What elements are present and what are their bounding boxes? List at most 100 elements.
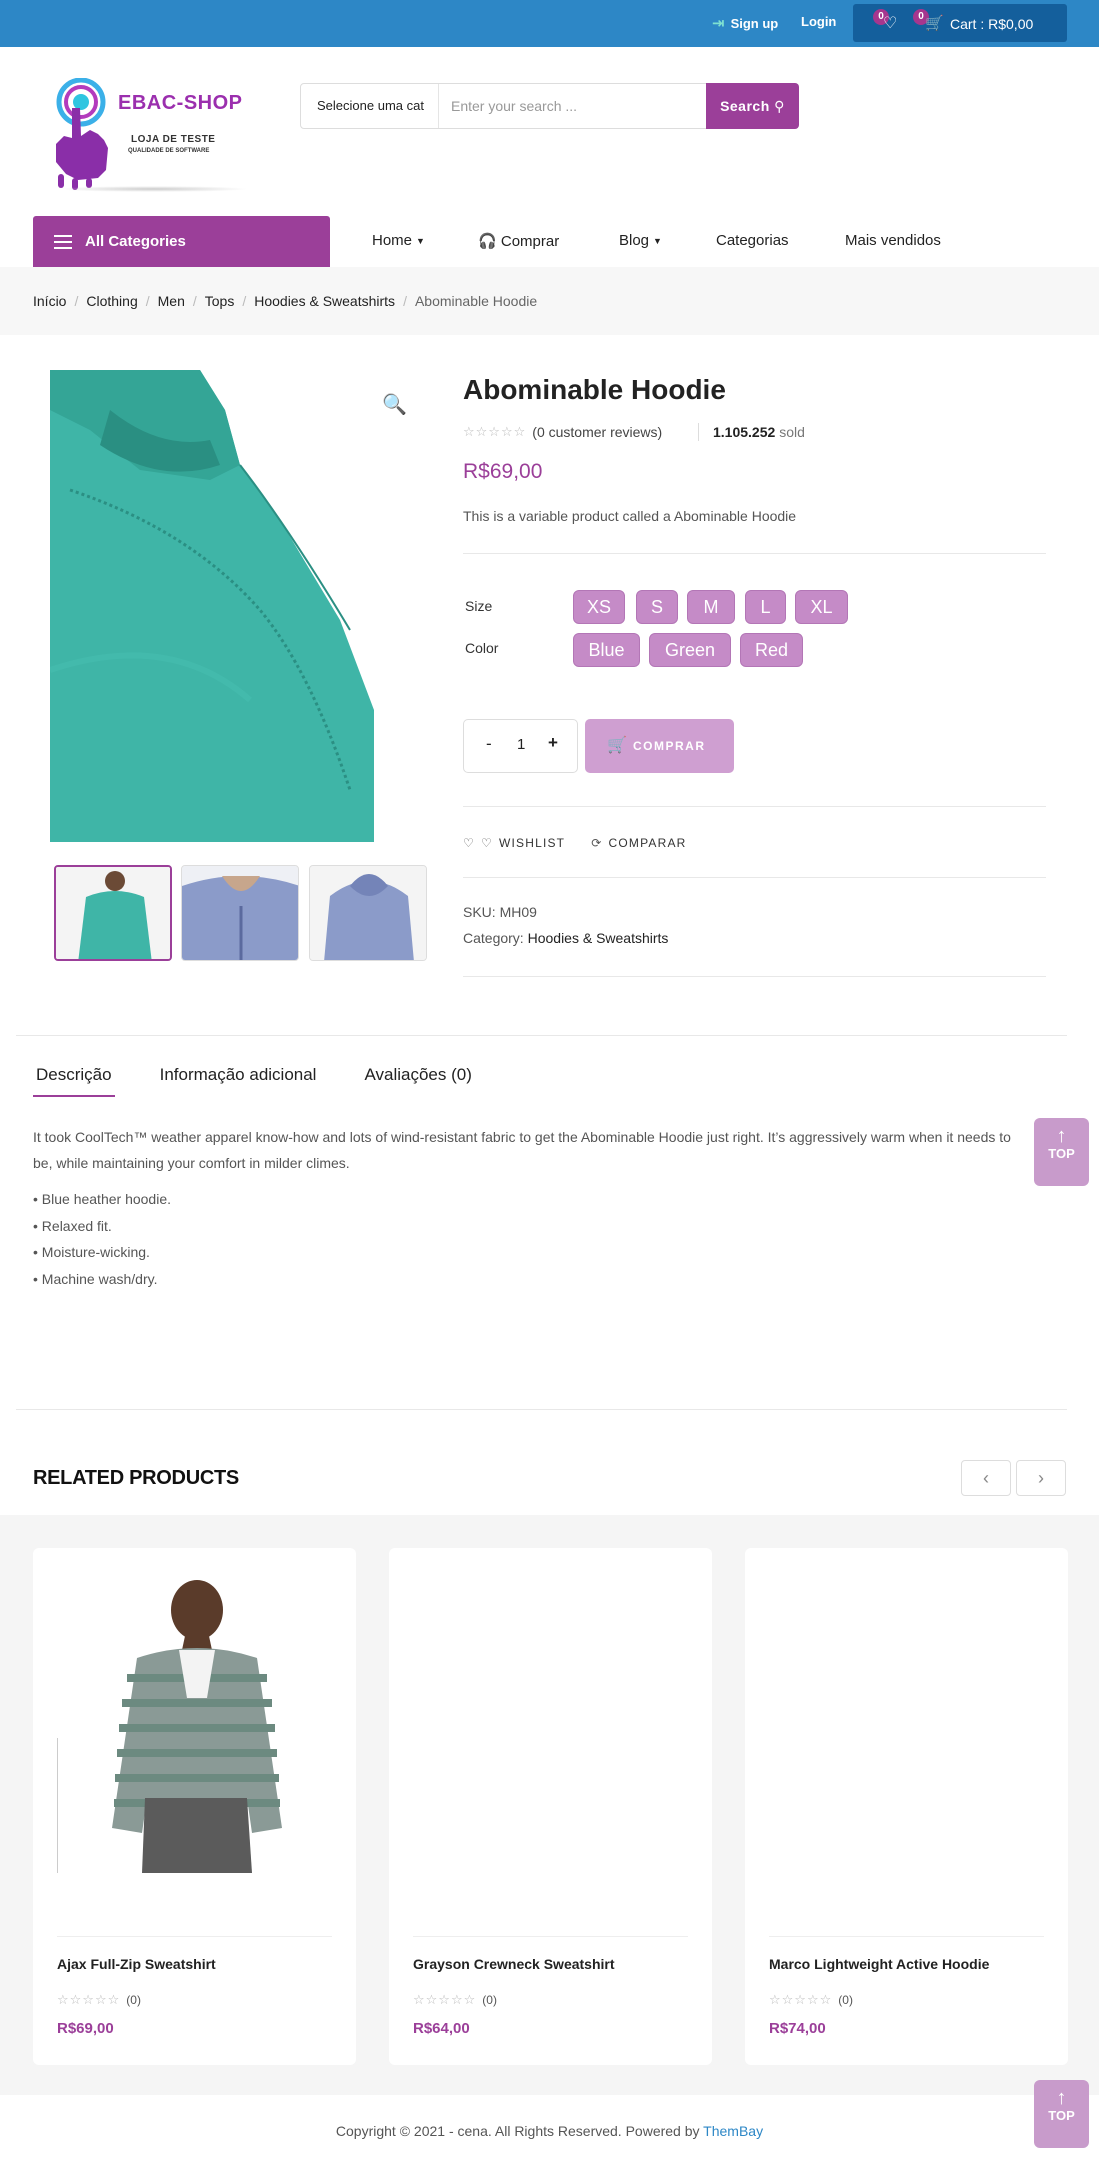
product-card-rating: ☆☆☆☆☆ (0) <box>57 1992 141 2007</box>
nav-comprar[interactable]: 🎧 Comprar <box>478 232 559 250</box>
compare-button[interactable]: ⟳ COMPARAR <box>591 836 686 850</box>
list-item: • Moisture-wicking. <box>33 1244 150 1260</box>
nav-blog[interactable]: Blog ▼ <box>619 232 662 249</box>
product-tabs: Descrição Informação adicional Avaliaçõe… <box>33 1065 517 1097</box>
logo-tagline: QUALIDADE DE SOFTWARE <box>128 148 210 154</box>
search-category-select[interactable]: Selecione uma cat <box>301 84 439 128</box>
site-logo[interactable]: EBAC-SHOP LOJA DE TESTE QUALIDADE DE SOF… <box>48 78 248 196</box>
divider <box>463 877 1046 878</box>
carousel-next-button[interactable]: › <box>1016 1460 1066 1496</box>
breadcrumb-item[interactable]: Hoodies & Sweatshirts <box>254 293 395 309</box>
logo-hand-icon <box>56 78 108 190</box>
star-rating-icon: ☆☆☆☆☆ <box>769 1992 833 2007</box>
logo-shadow <box>58 186 248 192</box>
breadcrumb-item[interactable]: Clothing <box>86 293 137 309</box>
product-card-name[interactable]: Marco Lightweight Active Hoodie <box>769 1956 989 1972</box>
search-icon: ⚲ <box>774 98 785 114</box>
product-thumbnail[interactable] <box>54 865 172 961</box>
thumb-blue-hoodie-front <box>182 866 298 960</box>
breadcrumb-item[interactable]: Tops <box>205 293 235 309</box>
quantity-increase-button[interactable]: + <box>548 733 558 753</box>
cart-box: 0 ♡ 0 🛒 Cart : R$0,00 <box>853 4 1067 42</box>
product-card[interactable]: Marco Lightweight Active Hoodie ☆☆☆☆☆ (0)… <box>745 1548 1068 2065</box>
product-main-image[interactable] <box>50 370 374 842</box>
category-link[interactable]: Hoodies & Sweatshirts <box>528 930 669 946</box>
wishlist-button[interactable]: ♡ ♡ WISHLIST <box>463 836 565 850</box>
search-button[interactable]: Search ⚲ <box>706 83 799 129</box>
list-item: • Machine wash/dry. <box>33 1270 158 1287</box>
back-to-top-button[interactable]: ↑TOP <box>1034 1118 1089 1186</box>
carousel-prev-button[interactable]: ‹ <box>961 1460 1011 1496</box>
chevron-down-icon: ▼ <box>653 236 662 247</box>
star-rating-icon: ☆☆☆☆☆ <box>413 1992 477 2007</box>
product-card-image[interactable] <box>769 1578 1044 1873</box>
size-option-l[interactable]: L <box>745 590 786 624</box>
site-footer: Copyright © 2021 - cena. All Rights Rese… <box>0 2095 1099 2182</box>
product-card[interactable]: Ajax Full-Zip Sweatshirt ☆☆☆☆☆ (0) R$69,0… <box>33 1548 356 2065</box>
back-to-top-button[interactable]: ↑TOP <box>1034 2080 1089 2148</box>
divider <box>413 1936 688 1937</box>
nav-home[interactable]: Home ▼ <box>372 232 425 249</box>
divider <box>698 423 699 441</box>
product-category: Category: Hoodies & Sweatshirts <box>463 930 669 946</box>
signup-icon: ⇥ <box>712 15 725 32</box>
product-card-image[interactable] <box>57 1578 332 1873</box>
all-categories-button[interactable]: All Categories <box>33 216 330 267</box>
divider <box>463 553 1046 554</box>
logo-brand-text: EBAC-SHOP <box>118 92 243 114</box>
product-card[interactable]: Grayson Crewneck Sweatshirt ☆☆☆☆☆ (0) R$6… <box>389 1548 712 2065</box>
size-option-xs[interactable]: XS <box>573 590 625 624</box>
product-card-rating: ☆☆☆☆☆ (0) <box>769 1992 853 2007</box>
product-card-image[interactable] <box>413 1578 688 1873</box>
cart-total-link[interactable]: Cart : R$0,00 <box>950 16 1033 32</box>
headset-icon: 🎧 <box>478 233 497 250</box>
signup-link[interactable]: ⇥ Sign up <box>712 14 778 32</box>
menu-icon <box>54 235 72 249</box>
divider <box>16 1409 1067 1410</box>
quantity-input[interactable]: 1 <box>517 736 525 753</box>
product-card-name[interactable]: Ajax Full-Zip Sweatshirt <box>57 1956 216 1972</box>
star-rating-icon: ☆☆☆☆☆ <box>57 1992 121 2007</box>
size-option-s[interactable]: S <box>636 590 678 624</box>
list-item: • Blue heather hoodie. <box>33 1191 172 1207</box>
color-option-red[interactable]: Red <box>740 633 803 667</box>
color-label: Color <box>465 640 499 656</box>
cart-icon[interactable]: 🛒 <box>925 14 944 32</box>
product-title: Abominable Hoodie <box>463 374 726 405</box>
related-products-title: RELATED PRODUCTS <box>33 1467 239 1489</box>
wishlist-heart-icon[interactable]: ♡ <box>883 13 897 33</box>
product-card-price: R$74,00 <box>769 2020 826 2037</box>
divider <box>16 1035 1067 1036</box>
thembay-link[interactable]: ThemBay <box>703 2123 763 2139</box>
product-card-rating: ☆☆☆☆☆ (0) <box>413 1992 497 2007</box>
tab-avaliacoes[interactable]: Avaliações (0) <box>361 1065 474 1097</box>
search-input[interactable] <box>441 84 703 128</box>
product-description: It took CoolTech™ weather apparel know-h… <box>33 1129 1011 1171</box>
product-card-name[interactable]: Grayson Crewneck Sweatshirt <box>413 1956 615 1972</box>
product-thumbnail[interactable] <box>181 865 299 961</box>
nav-categorias[interactable]: Categorias <box>716 232 789 249</box>
breadcrumb-item[interactable]: Men <box>158 293 185 309</box>
customer-reviews-link[interactable]: (0 customer reviews) <box>532 424 662 440</box>
product-thumbnail[interactable] <box>309 865 427 961</box>
add-to-cart-button[interactable]: 🛒 COMPRAR <box>585 719 734 773</box>
product-card-price: R$69,00 <box>57 2020 114 2037</box>
size-option-xl[interactable]: XL <box>795 590 848 624</box>
color-option-blue[interactable]: Blue <box>573 633 640 667</box>
tab-informacao-adicional[interactable]: Informação adicional <box>157 1065 320 1097</box>
zoom-icon[interactable]: 🔍 <box>382 392 407 417</box>
sold-count: 1.105.252 sold <box>713 424 805 440</box>
color-option-green[interactable]: Green <box>649 633 731 667</box>
size-option-m[interactable]: M <box>687 590 735 624</box>
product-sku: SKU: MH09 <box>463 904 537 920</box>
chevron-down-icon: ▼ <box>416 236 425 247</box>
divider <box>463 806 1046 807</box>
star-rating-icon: ☆☆☆☆☆ <box>463 424 527 439</box>
nav-mais-vendidos[interactable]: Mais vendidos <box>845 232 941 249</box>
quantity-decrease-button[interactable]: - <box>486 734 492 754</box>
tab-descricao[interactable]: Descrição <box>33 1065 115 1097</box>
breadcrumb-item[interactable]: Início <box>33 293 66 309</box>
product-price: R$69,00 <box>463 460 543 483</box>
login-link[interactable]: Login <box>801 14 836 29</box>
heart-icon: ♡ <box>480 836 493 850</box>
